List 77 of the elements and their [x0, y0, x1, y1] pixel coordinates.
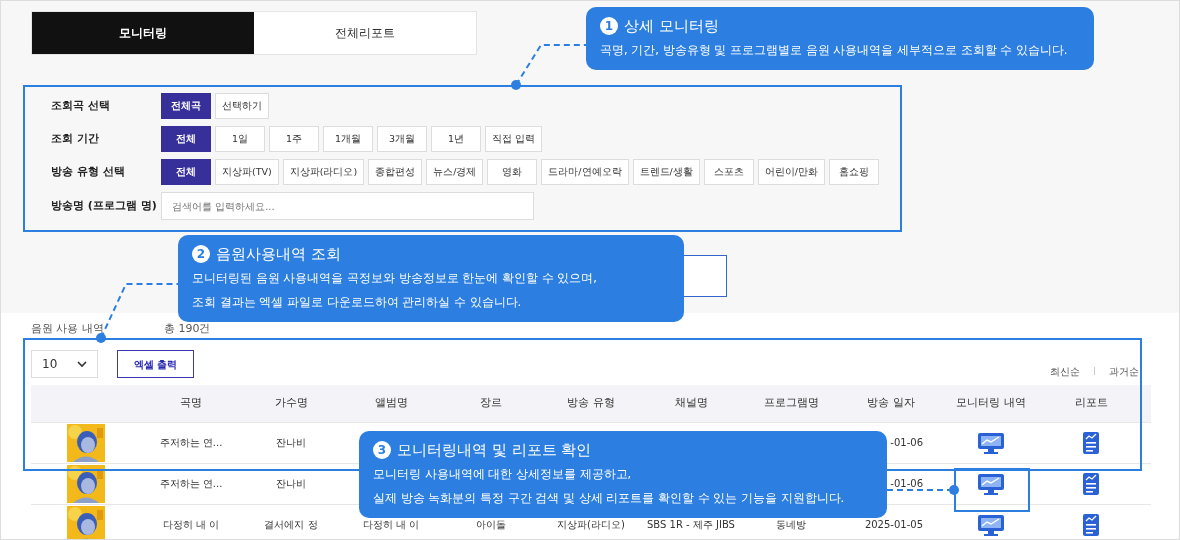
filter-option[interactable]: 뉴스/경제	[426, 159, 484, 185]
table-cell-text: 지상파(라디오)	[557, 518, 625, 532]
table-cell-text: -01-06	[890, 477, 923, 491]
table-cell-text: 결서에지 정	[264, 518, 318, 532]
table-cell-text: 잔나비	[276, 477, 306, 491]
column-header: 방송 일자	[866, 394, 916, 411]
chevron-icon[interactable]	[77, 360, 87, 368]
column-header: 앨범명	[373, 394, 409, 411]
document-icon[interactable]	[1082, 471, 1100, 496]
filter-label: 방송명 (프로그램 명)	[51, 197, 158, 214]
table-cell-text: -01-06	[890, 436, 923, 450]
filter-option[interactable]: 선택하기	[215, 93, 269, 119]
table-cell-text: SBS 1R - 제주 JIBS	[647, 518, 735, 532]
column-header: 가수명	[273, 394, 309, 411]
search-field[interactable]: 검색어를 입력하세요...	[161, 192, 534, 220]
filter-option[interactable]: 전체	[161, 159, 211, 185]
number-badge: 2	[192, 245, 210, 264]
monitor-icon[interactable]	[977, 471, 1005, 496]
column-header: 장르	[479, 394, 503, 411]
column-header: 방송 유형	[566, 394, 616, 411]
filter-option[interactable]: 스포츠	[703, 159, 754, 185]
total-count: 총 190건	[164, 321, 211, 337]
filter-option[interactable]: 1년	[431, 126, 481, 152]
table-cell-text: 잔나비	[276, 436, 306, 450]
tab[interactable]: 모니터링	[32, 12, 254, 54]
number-badge: 1	[600, 17, 618, 36]
page-size-select[interactable]: 10	[31, 350, 98, 378]
column-header: 곡명	[179, 394, 203, 411]
filter-option[interactable]: 종합편성	[368, 159, 423, 185]
callout-title: 모니터링내역 및 리포트 확인	[397, 440, 592, 461]
document-icon[interactable]	[1082, 512, 1100, 537]
sort-link[interactable]: 과거순	[1109, 363, 1139, 379]
filter-option[interactable]: 지상파(라디오)	[282, 159, 365, 185]
number-badge: 3	[373, 441, 391, 460]
column-header: 프로그램명	[762, 394, 820, 411]
filter-label: 방송 유형 선택	[51, 163, 126, 180]
callout-title: 음원사용내역 조회	[216, 244, 341, 265]
section-title: 음원 사용 내역	[31, 321, 104, 337]
filter-option[interactable]: 전체곡	[161, 93, 211, 119]
filter-option[interactable]: 1주	[269, 126, 319, 152]
table-cell-text: 주저하는 연...	[159, 436, 223, 450]
callout-text: 조회 결과는 엑셀 파일로 다운로드하여 관리하실 수 있습니다.	[192, 293, 523, 311]
callout-title: 상세 모니터링	[624, 16, 719, 37]
table-cell-text: 다정히 내 이	[362, 518, 420, 532]
monitor-icon[interactable]	[977, 430, 1005, 455]
filter-option[interactable]: 드라마/연예오락	[541, 159, 629, 185]
callout-text: 곡명, 기간, 방송유형 및 프로그램별로 음원 사용내역을 세부적으로 조회할 수 있습니다.	[600, 41, 1069, 59]
callout-text: 모니터링된 음원 사용내역을 곡정보와 방송정보로 한눈에 확인할 수 있으며,	[192, 269, 598, 287]
callout-text: 실제 방송 녹화분의 특정 구간 검색 및 상세 리포트를 확인할 수 있는 기능을 지원합니다.	[373, 489, 846, 507]
document-icon[interactable]	[1082, 430, 1100, 455]
filter-option[interactable]: 어린이/만화	[757, 159, 825, 185]
table-cell-text: 2025-01-05	[864, 518, 923, 532]
filter-option[interactable]: 트렌드/생활	[632, 159, 700, 185]
filter-label: 조회곡 선택	[51, 97, 111, 114]
column-header: 모니터링 내역	[955, 394, 1027, 411]
filter-option[interactable]: 1개월	[323, 126, 373, 152]
select-value: 10	[42, 356, 58, 373]
filter-label: 조회 기간	[51, 130, 100, 147]
column-header: 리포트	[1073, 394, 1109, 411]
filter-option[interactable]: 홈쇼핑	[828, 159, 879, 185]
filter-option[interactable]: 3개월	[377, 126, 427, 152]
callout-text: 모니터링 사용내역에 대한 상세정보를 제공하고,	[373, 465, 633, 483]
button-outline	[681, 255, 727, 297]
export-button[interactable]: 엑셀 출력	[117, 350, 195, 378]
table-cell-text: 주저하는 연...	[159, 477, 223, 491]
filter-option[interactable]: 1일	[215, 126, 265, 152]
filter-option[interactable]: 직접 입력	[485, 126, 543, 152]
filter-option[interactable]: 영화	[487, 159, 538, 185]
sort-link[interactable]: 최신순	[1050, 363, 1080, 379]
table-cell-text: 동네방	[776, 518, 806, 532]
column-header: 채널명	[673, 394, 709, 411]
monitor-icon[interactable]	[977, 512, 1005, 537]
filter-option[interactable]: 지상파(TV)	[215, 159, 279, 185]
tab[interactable]: 전체리포트	[254, 12, 476, 54]
table-cell-text: 아이돌	[476, 518, 506, 532]
filter-option[interactable]: 전체	[161, 126, 211, 152]
table-cell-text: 다정히 내 이	[162, 518, 220, 532]
